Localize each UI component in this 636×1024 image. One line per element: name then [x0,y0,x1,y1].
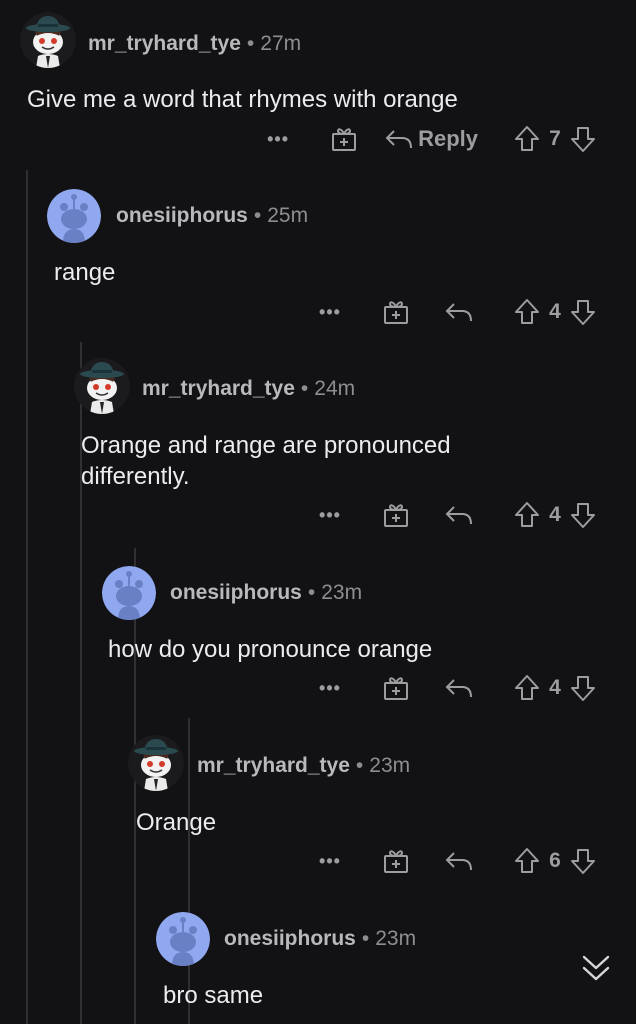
comment-text: how do you pronounce orange [108,634,432,665]
vote-count: 4 [549,676,561,699]
comment-text-line: Orange and range are pronounced [81,432,451,459]
meta-separator: • [300,377,309,400]
gift-award-icon[interactable] [382,847,410,875]
thread-line-level-4[interactable] [188,718,190,1024]
comment-actions: ••• Reply 7 [264,124,596,154]
vote-count: 4 [549,300,561,323]
upvote-arrow-icon[interactable] [514,298,540,326]
comment-meta: onesiiphorus • 25m [116,204,308,228]
reply-arrow-icon [385,130,413,149]
more-options-icon[interactable]: ••• [264,124,292,154]
gift-award-icon[interactable] [330,125,358,153]
meta-separator: • [253,204,262,227]
downvote-arrow-icon[interactable] [570,298,596,326]
vote-count: 6 [549,849,561,872]
more-options-icon[interactable]: ••• [316,673,344,703]
username[interactable]: mr_tryhard_tye [142,377,295,400]
comment-text: Give me a word that rhymes with orange [27,84,458,115]
comment-text-line: differently. [81,463,190,490]
comment-text: bro same [163,980,263,1011]
comment-meta: onesiiphorus • 23m [224,927,416,951]
meta-separator: • [307,581,316,604]
comment-text-line: how do you pronounce orange [108,636,433,663]
upvote-arrow-icon[interactable] [514,847,540,875]
comment-actions: ••• 6 [316,846,596,876]
comment-text-line: bro same [163,982,264,1009]
vote-count: 4 [549,503,561,526]
comment-text-line: range [54,259,116,286]
tophat-snoo-avatar[interactable] [20,12,76,68]
username[interactable]: onesiiphorus [170,581,302,604]
more-options-icon[interactable]: ••• [316,846,344,876]
downvote-arrow-icon[interactable] [570,125,596,153]
reply-arrow-icon[interactable] [444,848,474,874]
comment-actions: ••• 4 [316,673,596,703]
collapse-thread-button[interactable] [574,946,618,990]
username[interactable]: onesiiphorus [116,204,248,227]
comment-text-line: Give me a word that rhymes with orange [27,86,458,113]
timestamp: 23m [369,754,411,777]
timestamp: 24m [314,377,356,400]
username[interactable]: onesiiphorus [224,927,356,950]
thread-line-level-1[interactable] [26,170,28,1024]
downvote-arrow-icon[interactable] [570,501,596,529]
reply-arrow-icon[interactable] [444,675,474,701]
comment-text-line: Orange [136,809,217,836]
reply-label: Reply [418,126,478,151]
default-snoo-avatar[interactable] [102,566,156,620]
comment-actions: ••• 4 [316,297,596,327]
more-options-icon[interactable]: ••• [316,500,344,530]
comment-meta: mr_tryhard_tye • 24m [142,377,355,401]
default-snoo-avatar[interactable] [156,912,210,966]
tophat-snoo-avatar[interactable] [128,735,184,791]
more-options-icon[interactable]: ••• [316,297,344,327]
meta-separator: • [361,927,370,950]
comment-meta: onesiiphorus • 23m [170,581,362,605]
timestamp: 23m [321,581,363,604]
upvote-arrow-icon[interactable] [514,125,540,153]
vote-count: 7 [549,127,561,150]
username[interactable]: mr_tryhard_tye [197,754,350,777]
gift-award-icon[interactable] [382,674,410,702]
comment-meta: mr_tryhard_tye • 27m [88,32,301,56]
timestamp: 27m [260,32,302,55]
username[interactable]: mr_tryhard_tye [88,32,241,55]
upvote-arrow-icon[interactable] [514,674,540,702]
comment-text: Orange and range are pronounced differen… [81,430,451,492]
comment-text: range [54,257,115,288]
comment-actions: ••• 4 [316,500,596,530]
meta-separator: • [246,32,255,55]
upvote-arrow-icon[interactable] [514,501,540,529]
reply-arrow-icon[interactable] [444,299,474,325]
comment-meta: mr_tryhard_tye • 23m [197,754,410,778]
gift-award-icon[interactable] [382,501,410,529]
downvote-arrow-icon[interactable] [570,847,596,875]
reply-arrow-icon[interactable] [444,502,474,528]
timestamp: 23m [375,927,417,950]
meta-separator: • [355,754,364,777]
timestamp: 25m [267,204,309,227]
gift-award-icon[interactable] [382,298,410,326]
downvote-arrow-icon[interactable] [570,674,596,702]
tophat-snoo-avatar[interactable] [74,358,130,414]
double-chevron-down-icon [582,955,610,981]
default-snoo-avatar[interactable] [47,189,101,243]
comment-text: Orange [136,807,216,838]
reply-button[interactable]: Reply [384,126,478,152]
